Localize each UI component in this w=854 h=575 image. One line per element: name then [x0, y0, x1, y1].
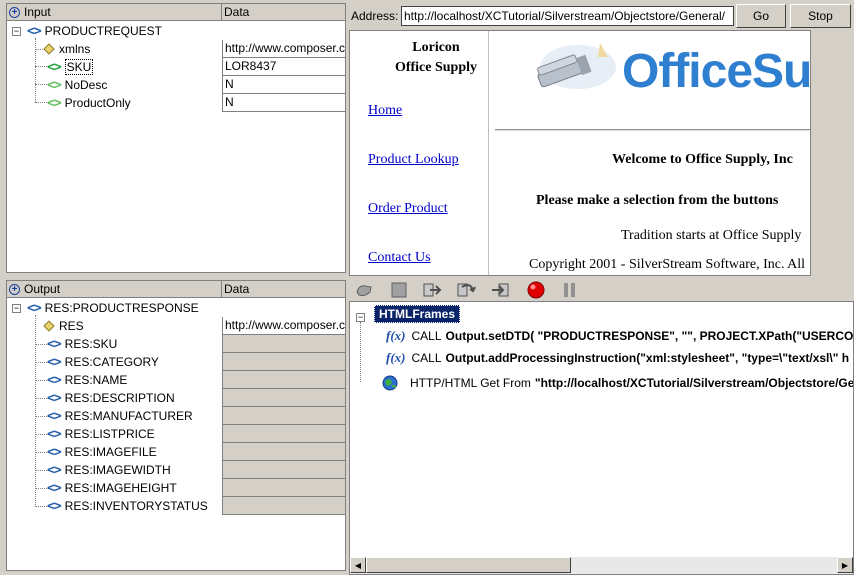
element-icon: <>	[47, 59, 62, 75]
copyright-text: Copyright 2001 - SilverStream Software, …	[529, 257, 806, 272]
welcome-heading: Welcome to Office Supply, Inc	[612, 152, 793, 167]
tree-row-res-productresponse[interactable]: − <> RES:PRODUCTRESPONSE	[7, 299, 345, 317]
element-icon: <>	[47, 372, 62, 388]
output-header-label: Output	[24, 282, 61, 296]
scroll-thumb[interactable]	[366, 557, 571, 573]
stapler-logo-icon	[530, 39, 620, 99]
element-icon: <>	[27, 300, 42, 316]
input-header: + Input Data	[7, 4, 345, 21]
element-icon: <>	[47, 426, 62, 442]
data-cell[interactable]	[222, 335, 345, 353]
tree-row-output-element[interactable]: <> RES:IMAGEHEIGHT	[7, 479, 345, 497]
data-cell[interactable]	[222, 497, 345, 515]
element-icon: <>	[47, 354, 62, 370]
hand-icon[interactable]	[354, 281, 374, 299]
tree-row-productrequest[interactable]: − <> PRODUCTREQUEST	[7, 22, 345, 40]
globe-icon	[382, 375, 398, 391]
data-cell[interactable]	[222, 353, 345, 371]
data-cell[interactable]	[222, 407, 345, 425]
element-icon: <>	[47, 480, 62, 496]
nav-link-contact-us[interactable]: Contact Us	[368, 250, 431, 266]
attribute-icon	[43, 320, 55, 332]
data-cell[interactable]	[222, 479, 345, 497]
data-cell[interactable]: LOR8437	[222, 58, 345, 76]
address-input[interactable]: http://localhost/XCTutorial/Silverstream…	[401, 6, 734, 26]
tree-row-xmlns[interactable]: xmlns http://www.composer.c	[7, 40, 345, 58]
data-cell[interactable]: http://www.composer.c	[222, 40, 345, 58]
step-into-icon[interactable]	[422, 281, 442, 299]
expand-all-icon[interactable]: +	[9, 6, 20, 18]
tree-row-sku[interactable]: <> SKU LOR8437	[7, 58, 345, 76]
data-cell[interactable]	[222, 371, 345, 389]
horizontal-scrollbar[interactable]: ◀ ▶	[350, 557, 853, 574]
output-data-header: Data	[224, 282, 250, 296]
data-cell[interactable]	[222, 425, 345, 443]
collapse-icon[interactable]: −	[12, 27, 21, 36]
actions-panel: − HTMLFrames f(x) CALL Output.setDTD( "P…	[349, 301, 854, 575]
function-icon: f(x)	[386, 350, 406, 365]
data-cell[interactable]	[222, 389, 345, 407]
tree-row-productonly[interactable]: <> ProductOnly N	[7, 94, 345, 112]
tree-row-nodesc[interactable]: <> NoDesc N	[7, 76, 345, 94]
attribute-icon	[43, 43, 55, 55]
element-icon: <>	[47, 498, 62, 514]
tree-row-output-element[interactable]: <> RES:SKU	[7, 335, 345, 353]
data-cell[interactable]: N	[222, 94, 345, 112]
element-icon: <>	[47, 336, 62, 352]
go-button[interactable]: Go	[736, 4, 786, 28]
browser-address-bar: Address: http://localhost/XCTutorial/Sil…	[349, 3, 854, 29]
step-out-icon[interactable]	[491, 281, 511, 299]
output-header: + Output Data	[7, 281, 345, 298]
output-panel: + Output Data − <> RES:PRODUCTRESPONSE RES …	[6, 280, 346, 571]
element-icon: <>	[27, 23, 42, 39]
htmlframes-node[interactable]: HTMLFrames	[374, 305, 461, 323]
scroll-left-icon[interactable]: ◀	[350, 557, 366, 573]
tree-row-output-element[interactable]: <> RES:INVENTORYSTATUS	[7, 497, 345, 515]
record-icon[interactable]	[526, 281, 546, 299]
scroll-right-icon[interactable]: ▶	[837, 557, 853, 573]
browser-view: Loricon Office Supply Home Product Looku…	[349, 30, 811, 276]
tree-row-output-element[interactable]: <> RES:MANUFACTURER	[7, 407, 345, 425]
tree-row-output-element[interactable]: <> RES:LISTPRICE	[7, 425, 345, 443]
nav-link-home[interactable]: Home	[368, 103, 402, 119]
input-header-label: Input	[24, 5, 51, 19]
element-icon: <>	[47, 77, 62, 93]
element-icon: <>	[47, 95, 62, 111]
tree-row-output-element[interactable]: <> RES:NAME	[7, 371, 345, 389]
tree-row-output-element[interactable]: <> RES:IMAGEFILE	[7, 443, 345, 461]
nav-link-order-product[interactable]: Order Product	[368, 201, 448, 217]
element-icon: <>	[47, 462, 62, 478]
expand-all-icon[interactable]: +	[9, 283, 20, 295]
tradition-text: Tradition starts at Office Supply	[621, 228, 802, 243]
action-item-setdtd[interactable]: f(x) CALL Output.setDTD( "PRODUCTRESPONS…	[386, 327, 853, 345]
input-data-header: Data	[224, 5, 250, 19]
address-label: Address:	[351, 9, 399, 23]
tree-row-output-element[interactable]: <> RES:IMAGEWIDTH	[7, 461, 345, 479]
collapse-icon[interactable]: −	[12, 304, 21, 313]
office-supply-logo: OfficeSu	[622, 45, 811, 98]
step-over-icon[interactable]	[456, 281, 476, 299]
data-cell[interactable]	[222, 461, 345, 479]
stop-square-icon[interactable]	[389, 281, 409, 299]
company-name: Loricon	[412, 40, 460, 55]
element-icon: <>	[47, 444, 62, 460]
data-cell[interactable]	[222, 443, 345, 461]
function-icon: f(x)	[386, 328, 406, 343]
data-cell[interactable]: N	[222, 76, 345, 94]
stop-button[interactable]: Stop	[790, 4, 851, 28]
tree-row-res[interactable]: RES http://www.composer.c	[7, 317, 345, 335]
pause-icon[interactable]	[560, 281, 580, 299]
tree-row-output-element[interactable]: <> RES:DESCRIPTION	[7, 389, 345, 407]
instruction-text: Please make a selection from the buttons	[536, 193, 779, 208]
element-icon: <>	[47, 408, 62, 424]
data-cell[interactable]: http://www.composer.c	[222, 317, 345, 335]
element-icon: <>	[47, 390, 62, 406]
input-panel: + Input Data − <> PRODUCTREQUEST xmlns http…	[6, 3, 346, 273]
tree-row-output-element[interactable]: <> RES:CATEGORY	[7, 353, 345, 371]
company-subtitle: Office Supply	[394, 60, 478, 75]
action-item-processing-instruction[interactable]: f(x) CALL Output.addProcessingInstructio…	[386, 349, 849, 367]
action-item-http-get[interactable]: HTTP/HTML Get From "http://localhost/XCT…	[382, 374, 853, 392]
nav-link-product-lookup[interactable]: Product Lookup	[368, 152, 459, 168]
collapse-icon[interactable]: −	[356, 313, 365, 322]
